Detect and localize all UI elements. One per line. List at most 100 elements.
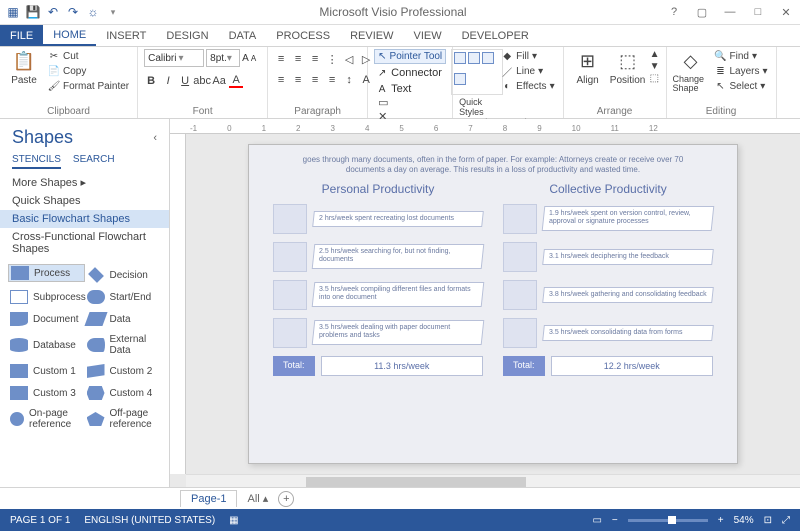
copy-button[interactable]: 📄Copy bbox=[46, 64, 131, 78]
basic-flowchart-stencil[interactable]: Basic Flowchart Shapes bbox=[0, 210, 169, 228]
align-top-icon[interactable]: ≡ bbox=[274, 52, 288, 66]
col2-title: Collective Productivity bbox=[503, 182, 713, 196]
grow-font-icon[interactable]: A bbox=[242, 53, 249, 64]
text-highlight-icon[interactable]: Aa bbox=[212, 74, 226, 88]
effects-button[interactable]: ◐Effects▾ bbox=[499, 79, 556, 93]
tab-developer[interactable]: DEVELOPER bbox=[452, 25, 539, 46]
zoom-slider[interactable] bbox=[628, 519, 708, 522]
undo-icon[interactable]: ↶ bbox=[44, 3, 62, 21]
minimize-icon[interactable]: — bbox=[720, 6, 740, 19]
tab-data[interactable]: DATA bbox=[219, 25, 267, 46]
drawing-canvas[interactable]: goes through many documents, often in th… bbox=[186, 134, 800, 474]
quick-styles-button[interactable]: Quick Styles bbox=[459, 49, 495, 117]
shape-database[interactable]: Database bbox=[8, 330, 85, 360]
bold-icon[interactable]: B bbox=[144, 74, 158, 88]
align-middle-icon[interactable]: ≡ bbox=[291, 52, 305, 66]
shape-onpage-ref[interactable]: On-page reference bbox=[8, 404, 85, 434]
underline-icon[interactable]: U bbox=[178, 74, 192, 88]
italic-icon[interactable]: I bbox=[161, 74, 175, 88]
app-icon: ▦ bbox=[4, 3, 22, 21]
collapse-icon[interactable]: ‹ bbox=[153, 132, 157, 144]
shape-custom4[interactable]: Custom 4 bbox=[85, 382, 162, 404]
tab-view[interactable]: VIEW bbox=[403, 25, 451, 46]
scrollbar-thumb[interactable] bbox=[306, 477, 526, 487]
fill-button[interactable]: ◆Fill▾ bbox=[499, 49, 556, 63]
tab-process[interactable]: PROCESS bbox=[266, 25, 340, 46]
group-icon[interactable]: ⬚ bbox=[650, 73, 660, 84]
shape-document[interactable]: Document bbox=[8, 308, 85, 330]
help-icon[interactable]: ? bbox=[664, 6, 684, 19]
shape-subprocess[interactable]: Subprocess bbox=[8, 286, 85, 308]
text-tool-button[interactable]: AText bbox=[374, 82, 413, 96]
zoom-level[interactable]: 54% bbox=[734, 515, 754, 526]
pointer-tool-button[interactable]: ↖Pointer Tool bbox=[374, 49, 446, 64]
shape-custom3[interactable]: Custom 3 bbox=[8, 382, 85, 404]
shape-startend[interactable]: Start/End bbox=[85, 286, 162, 308]
cut-button[interactable]: ✂Cut bbox=[46, 49, 131, 63]
shape-external-data[interactable]: External Data bbox=[85, 330, 162, 360]
shape-decision[interactable]: Decision bbox=[85, 264, 162, 286]
zoom-out-icon[interactable]: − bbox=[612, 515, 618, 526]
horizontal-scrollbar[interactable] bbox=[186, 474, 800, 487]
font-family-select[interactable]: Calibri ▾ bbox=[144, 49, 204, 67]
font-size-select[interactable]: 8pt. ▾ bbox=[206, 49, 240, 67]
zoom-in-icon[interactable]: + bbox=[718, 515, 724, 526]
align-right-icon[interactable]: ≡ bbox=[308, 73, 322, 87]
quick-shapes-item[interactable]: Quick Shapes bbox=[0, 192, 169, 210]
maximize-icon[interactable]: □ bbox=[748, 6, 768, 19]
more-shapes-item[interactable]: More Shapes ▸ bbox=[0, 173, 169, 192]
shape-process[interactable]: Process bbox=[8, 264, 85, 282]
ribbon-collapse-icon[interactable]: ▢ bbox=[692, 6, 712, 19]
add-page-button[interactable]: + bbox=[278, 491, 294, 507]
change-shape-button[interactable]: ◇Change Shape bbox=[673, 49, 709, 93]
decrease-indent-icon[interactable]: ◁ bbox=[342, 52, 356, 66]
bullets-icon[interactable]: ⋮ bbox=[325, 52, 339, 66]
shape-data[interactable]: Data bbox=[85, 308, 162, 330]
position-button[interactable]: ⬚Position bbox=[610, 49, 646, 86]
fit-page-icon[interactable]: ⊡ bbox=[764, 515, 772, 526]
connector-tool-button[interactable]: ↗Connector bbox=[374, 66, 444, 80]
find-button[interactable]: 🔍Find▾ bbox=[713, 49, 770, 63]
align-center-icon[interactable]: ≡ bbox=[291, 73, 305, 87]
font-color-icon[interactable]: A bbox=[229, 74, 243, 88]
tab-search[interactable]: SEARCH bbox=[73, 154, 115, 169]
cross-functional-stencil[interactable]: Cross-Functional Flowchart Shapes bbox=[0, 228, 169, 258]
rectangle-tool-icon[interactable]: ▭ bbox=[378, 96, 446, 109]
shape-custom2[interactable]: Custom 2 bbox=[85, 360, 162, 382]
paste-button[interactable]: 📋Paste bbox=[6, 49, 42, 86]
touch-mode-icon[interactable]: ☼ bbox=[84, 3, 102, 21]
strikethrough-icon[interactable]: abc bbox=[195, 74, 209, 88]
tab-review[interactable]: REVIEW bbox=[340, 25, 403, 46]
presentation-mode-icon[interactable]: ▭ bbox=[592, 515, 601, 526]
macro-record-icon[interactable]: ▦ bbox=[229, 515, 238, 526]
align-bottom-icon[interactable]: ≡ bbox=[308, 52, 322, 66]
align-button[interactable]: ⊞Align bbox=[570, 49, 606, 86]
justify-icon[interactable]: ≡ bbox=[325, 73, 339, 87]
page-tab-1[interactable]: Page-1 bbox=[180, 490, 237, 507]
redo-icon[interactable]: ↷ bbox=[64, 3, 82, 21]
select-button[interactable]: ↖Select▾ bbox=[713, 79, 770, 93]
shape-offpage-ref[interactable]: Off-page reference bbox=[85, 404, 162, 434]
save-icon[interactable]: 💾 bbox=[24, 3, 42, 21]
tab-insert[interactable]: INSERT bbox=[96, 25, 156, 46]
format-painter-button[interactable]: 🖌Format Painter bbox=[46, 79, 131, 93]
send-backward-icon[interactable]: ▼ bbox=[650, 61, 660, 72]
tab-file[interactable]: FILE bbox=[0, 25, 43, 46]
layers-button[interactable]: ≣Layers▾ bbox=[713, 64, 770, 78]
line-button[interactable]: ／Line▾ bbox=[499, 64, 556, 78]
tab-home[interactable]: HOME bbox=[43, 25, 96, 46]
tab-design[interactable]: DESIGN bbox=[156, 25, 218, 46]
page-indicator[interactable]: PAGE 1 OF 1 bbox=[10, 515, 70, 526]
shrink-font-icon[interactable]: A bbox=[251, 54, 256, 63]
shape-custom1[interactable]: Custom 1 bbox=[8, 360, 85, 382]
bring-forward-icon[interactable]: ▲ bbox=[650, 49, 660, 60]
text-direction-icon[interactable]: ↕ bbox=[342, 73, 356, 87]
qat-dropdown-icon[interactable]: ▾ bbox=[104, 3, 122, 21]
align-left-icon[interactable]: ≡ bbox=[274, 73, 288, 87]
language-indicator[interactable]: ENGLISH (UNITED STATES) bbox=[84, 515, 215, 526]
full-screen-icon[interactable]: ⤢ bbox=[782, 515, 790, 526]
tab-stencils[interactable]: STENCILS bbox=[12, 154, 61, 169]
all-pages-button[interactable]: All ▴ bbox=[247, 492, 268, 505]
close-icon[interactable]: ✕ bbox=[776, 6, 796, 19]
drawing-page[interactable]: goes through many documents, often in th… bbox=[248, 144, 738, 464]
